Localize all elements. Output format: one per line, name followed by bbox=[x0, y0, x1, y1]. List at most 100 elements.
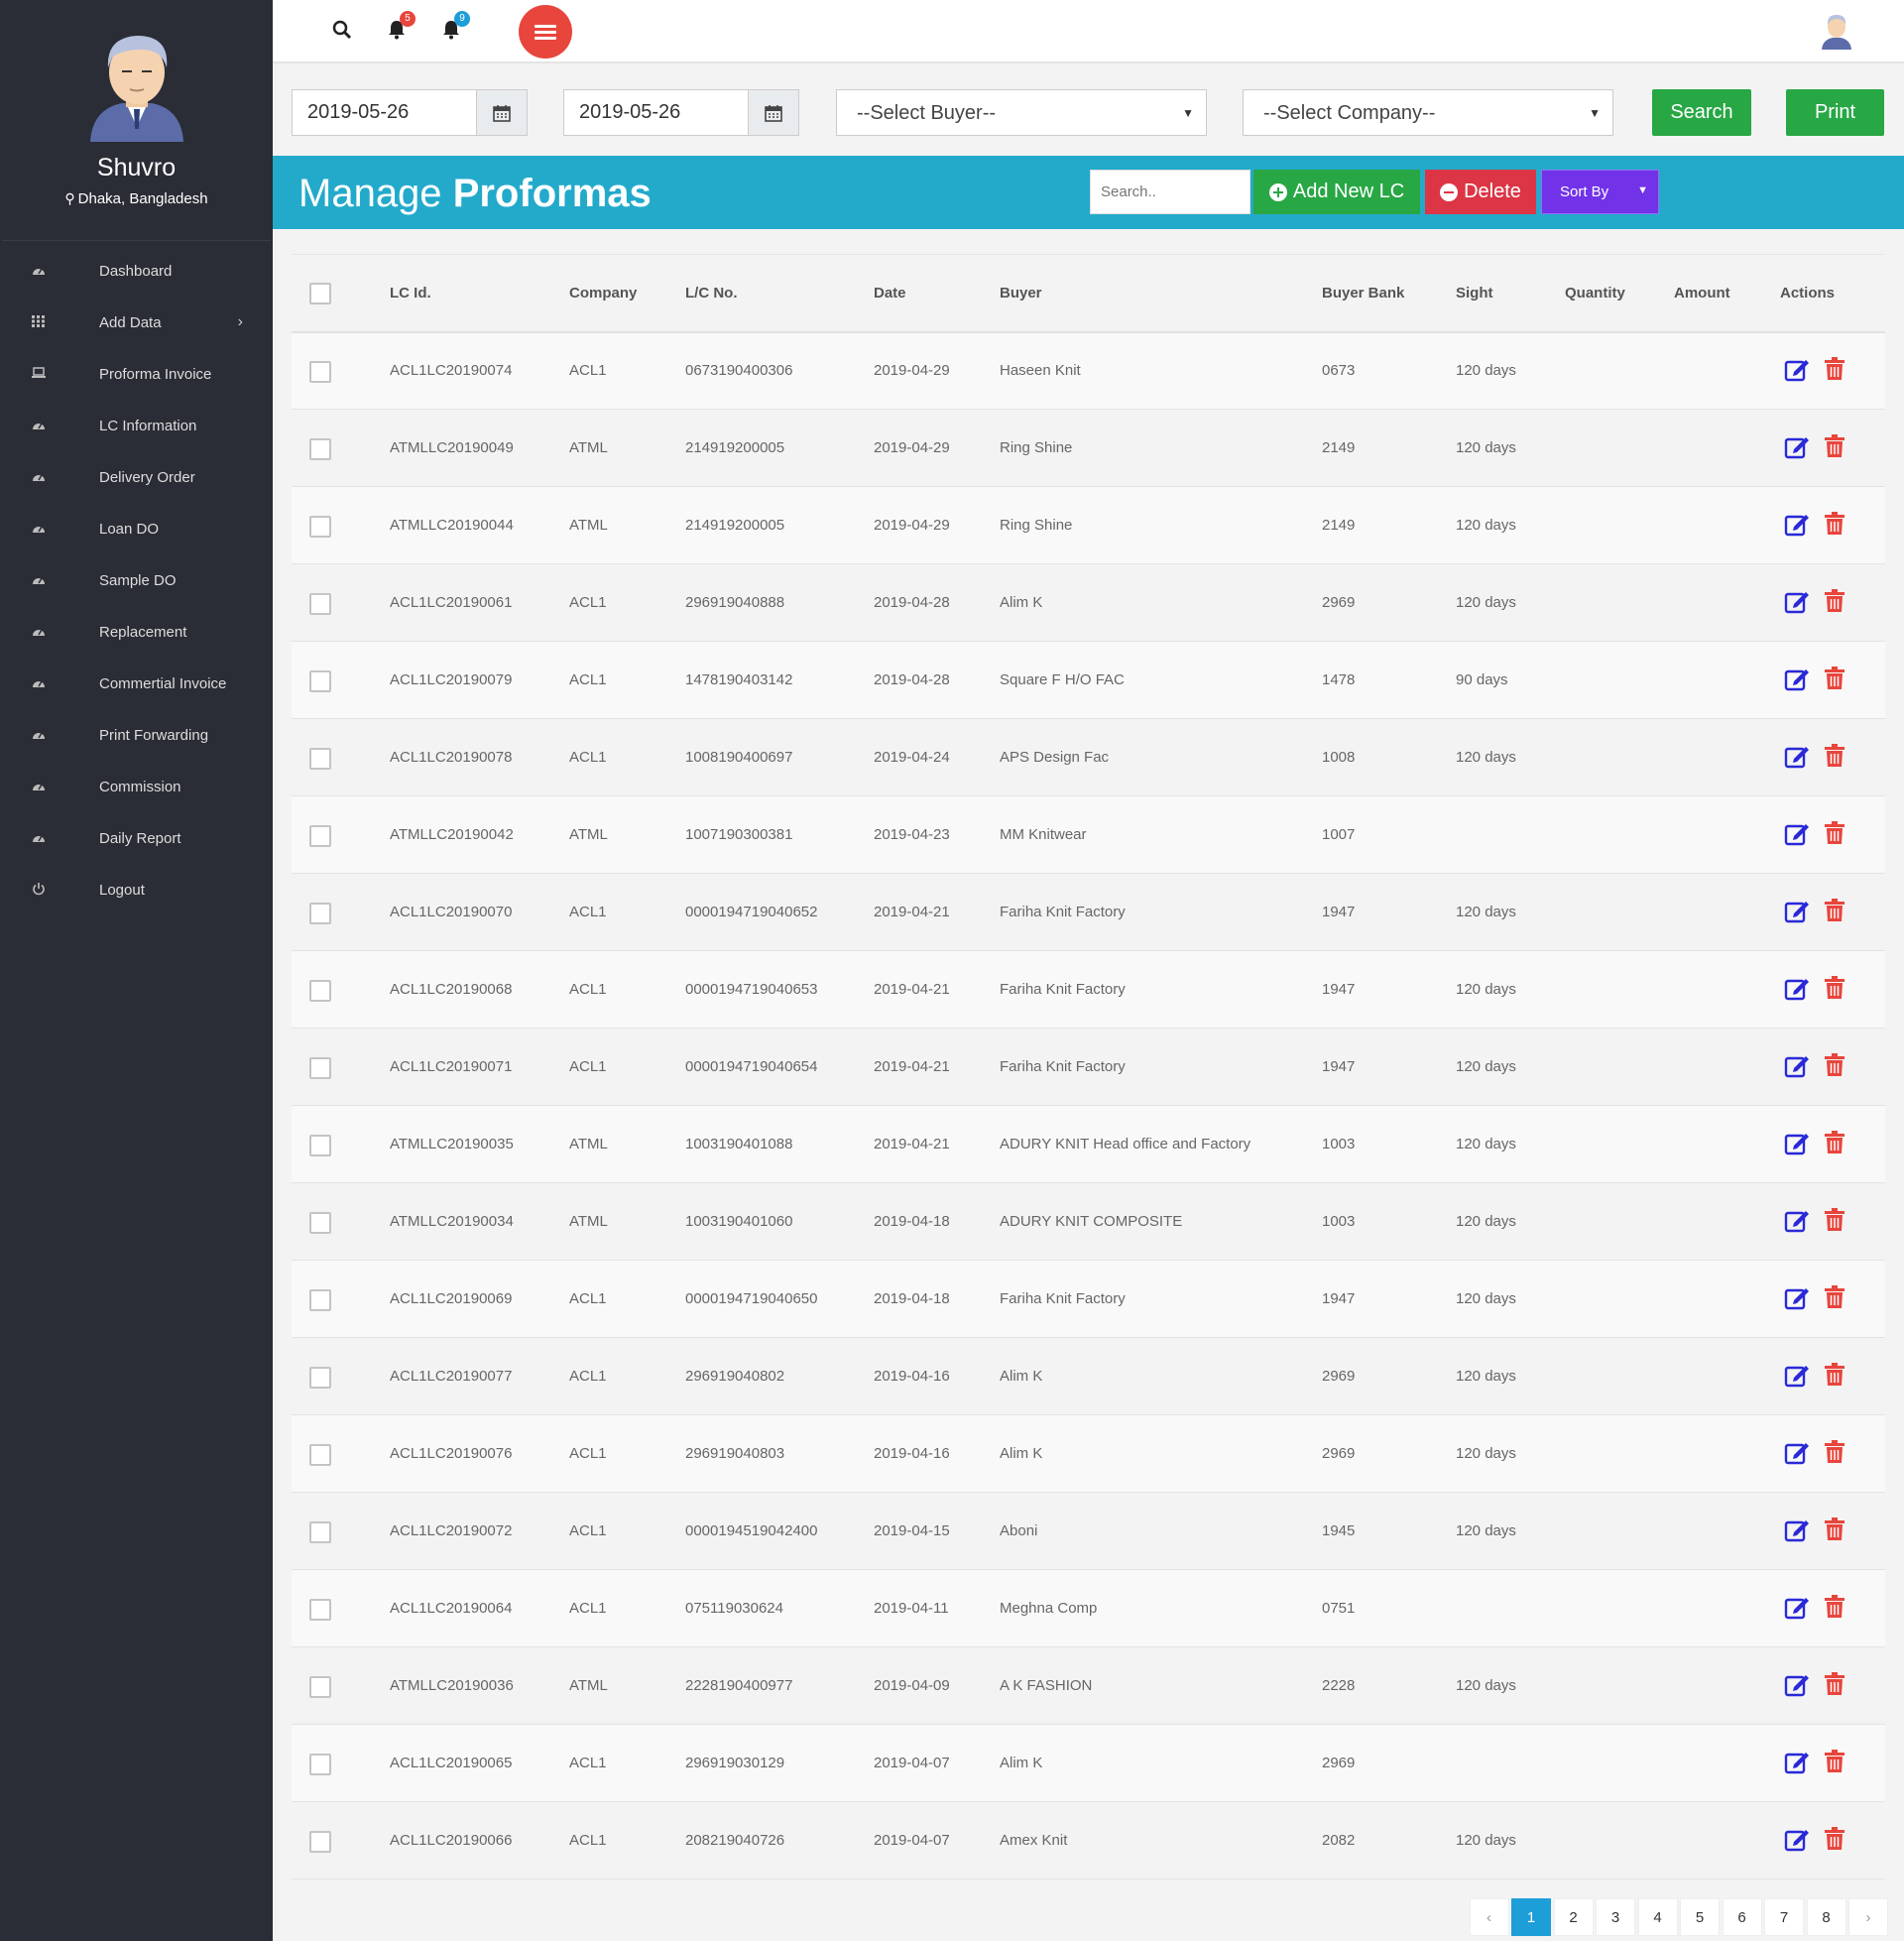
pagination-page-button[interactable]: 2 bbox=[1553, 1898, 1594, 1936]
sidebar-item-replacement[interactable]: Replacement bbox=[0, 606, 273, 658]
pagination-prev-button[interactable]: ‹ bbox=[1469, 1898, 1509, 1936]
trash-icon[interactable] bbox=[1824, 1284, 1845, 1313]
edit-icon[interactable] bbox=[1784, 1130, 1812, 1159]
row-checkbox[interactable] bbox=[309, 1443, 331, 1466]
edit-icon[interactable] bbox=[1784, 666, 1812, 695]
trash-icon[interactable] bbox=[1824, 588, 1845, 617]
trash-icon[interactable] bbox=[1824, 1749, 1845, 1777]
trash-icon[interactable] bbox=[1824, 1130, 1845, 1158]
row-checkbox[interactable] bbox=[309, 669, 331, 692]
row-checkbox[interactable] bbox=[309, 1830, 331, 1853]
pagination-next-button[interactable]: › bbox=[1848, 1898, 1888, 1936]
company-select[interactable]: --Select Company-- ▼ bbox=[1243, 89, 1613, 136]
column-header[interactable]: Date bbox=[874, 255, 1000, 332]
column-header[interactable]: Sight bbox=[1456, 255, 1565, 332]
buyer-select[interactable]: --Select Buyer-- ▼ bbox=[836, 89, 1207, 136]
from-date-input[interactable] bbox=[292, 89, 476, 136]
row-checkbox[interactable] bbox=[309, 1520, 331, 1543]
message-bell-button[interactable]: 9 bbox=[442, 11, 470, 45]
column-header[interactable]: Buyer Bank bbox=[1322, 255, 1456, 332]
row-checkbox[interactable] bbox=[309, 747, 331, 770]
trash-icon[interactable] bbox=[1824, 898, 1845, 926]
row-checkbox[interactable] bbox=[309, 592, 331, 615]
edit-icon[interactable] bbox=[1784, 1516, 1812, 1546]
trash-icon[interactable] bbox=[1824, 1516, 1845, 1545]
sidebar-item-loan-do[interactable]: Loan DO bbox=[0, 503, 273, 554]
sidebar-item-delivery-order[interactable]: Delivery Order bbox=[0, 451, 273, 503]
edit-icon[interactable] bbox=[1784, 1362, 1812, 1392]
column-header[interactable]: L/C No. bbox=[685, 255, 874, 332]
sidebar-item-daily-report[interactable]: Daily Report bbox=[0, 812, 273, 864]
column-header[interactable]: Company bbox=[569, 255, 685, 332]
row-checkbox[interactable] bbox=[309, 1753, 331, 1775]
row-checkbox[interactable] bbox=[309, 360, 331, 383]
trash-icon[interactable] bbox=[1824, 666, 1845, 694]
edit-icon[interactable] bbox=[1784, 588, 1812, 618]
row-checkbox[interactable] bbox=[309, 1675, 331, 1698]
trash-icon[interactable] bbox=[1824, 820, 1845, 849]
edit-icon[interactable] bbox=[1784, 1671, 1812, 1701]
edit-icon[interactable] bbox=[1784, 1052, 1812, 1082]
trash-icon[interactable] bbox=[1824, 356, 1845, 385]
sidebar-item-dashboard[interactable]: Dashboard bbox=[0, 245, 273, 297]
print-button[interactable]: Print bbox=[1786, 89, 1884, 136]
edit-icon[interactable] bbox=[1784, 1207, 1812, 1237]
user-avatar[interactable] bbox=[1819, 12, 1854, 50]
row-checkbox[interactable] bbox=[309, 1288, 331, 1311]
trash-icon[interactable] bbox=[1824, 1052, 1845, 1081]
row-checkbox[interactable] bbox=[309, 1134, 331, 1156]
sidebar-item-lc-information[interactable]: LC Information bbox=[0, 400, 273, 451]
menu-toggle-button[interactable] bbox=[519, 5, 572, 59]
trash-icon[interactable] bbox=[1824, 1594, 1845, 1623]
row-checkbox[interactable] bbox=[309, 437, 331, 460]
edit-icon[interactable] bbox=[1784, 356, 1812, 386]
row-checkbox[interactable] bbox=[309, 1598, 331, 1621]
row-checkbox[interactable] bbox=[309, 824, 331, 847]
trash-icon[interactable] bbox=[1824, 1439, 1845, 1468]
sidebar-item-print-forwarding[interactable]: Print Forwarding bbox=[0, 709, 273, 761]
calendar-icon[interactable] bbox=[748, 89, 799, 136]
trash-icon[interactable] bbox=[1824, 1207, 1845, 1236]
sidebar-item-logout[interactable]: Logout bbox=[0, 864, 273, 915]
trash-icon[interactable] bbox=[1824, 433, 1845, 462]
table-search-input[interactable] bbox=[1090, 170, 1250, 214]
row-checkbox[interactable] bbox=[309, 1366, 331, 1389]
trash-icon[interactable] bbox=[1824, 511, 1845, 540]
trash-icon[interactable] bbox=[1824, 1671, 1845, 1700]
search-icon[interactable] bbox=[332, 20, 352, 45]
edit-icon[interactable] bbox=[1784, 1826, 1812, 1856]
search-button[interactable]: Search bbox=[1652, 89, 1751, 136]
edit-icon[interactable] bbox=[1784, 743, 1812, 773]
edit-icon[interactable] bbox=[1784, 1749, 1812, 1778]
calendar-icon[interactable] bbox=[476, 89, 528, 136]
edit-icon[interactable] bbox=[1784, 1284, 1812, 1314]
delete-button[interactable]: Delete bbox=[1425, 170, 1536, 214]
row-checkbox[interactable] bbox=[309, 902, 331, 924]
edit-icon[interactable] bbox=[1784, 433, 1812, 463]
trash-icon[interactable] bbox=[1824, 975, 1845, 1004]
pagination-page-button[interactable]: 6 bbox=[1722, 1898, 1762, 1936]
row-checkbox[interactable] bbox=[309, 979, 331, 1002]
column-header[interactable]: LC Id. bbox=[390, 255, 569, 332]
pagination-page-button[interactable]: 4 bbox=[1637, 1898, 1678, 1936]
pagination-page-button[interactable]: 3 bbox=[1596, 1898, 1635, 1936]
row-checkbox[interactable] bbox=[309, 515, 331, 538]
sidebar-item-add-data[interactable]: Add Data › bbox=[0, 297, 273, 348]
column-header[interactable]: Quantity bbox=[1565, 255, 1674, 332]
trash-icon[interactable] bbox=[1824, 743, 1845, 772]
edit-icon[interactable] bbox=[1784, 1594, 1812, 1624]
edit-icon[interactable] bbox=[1784, 820, 1812, 850]
row-checkbox[interactable] bbox=[309, 1056, 331, 1079]
add-new-lc-button[interactable]: Add New LC bbox=[1253, 170, 1420, 214]
pagination-page-button[interactable]: 1 bbox=[1511, 1898, 1551, 1936]
row-checkbox[interactable] bbox=[309, 1211, 331, 1234]
sidebar-item-commission[interactable]: Commission bbox=[0, 761, 273, 812]
trash-icon[interactable] bbox=[1824, 1826, 1845, 1855]
select-all-checkbox[interactable] bbox=[309, 283, 331, 305]
sidebar-item-commertial-invoice[interactable]: Commertial Invoice bbox=[0, 658, 273, 709]
sidebar-item-proforma-invoice[interactable]: Proforma Invoice bbox=[0, 348, 273, 400]
pagination-page-button[interactable]: 7 bbox=[1764, 1898, 1804, 1936]
edit-icon[interactable] bbox=[1784, 511, 1812, 541]
pagination-page-button[interactable]: 5 bbox=[1680, 1898, 1720, 1936]
column-header[interactable]: Buyer bbox=[1000, 255, 1322, 332]
